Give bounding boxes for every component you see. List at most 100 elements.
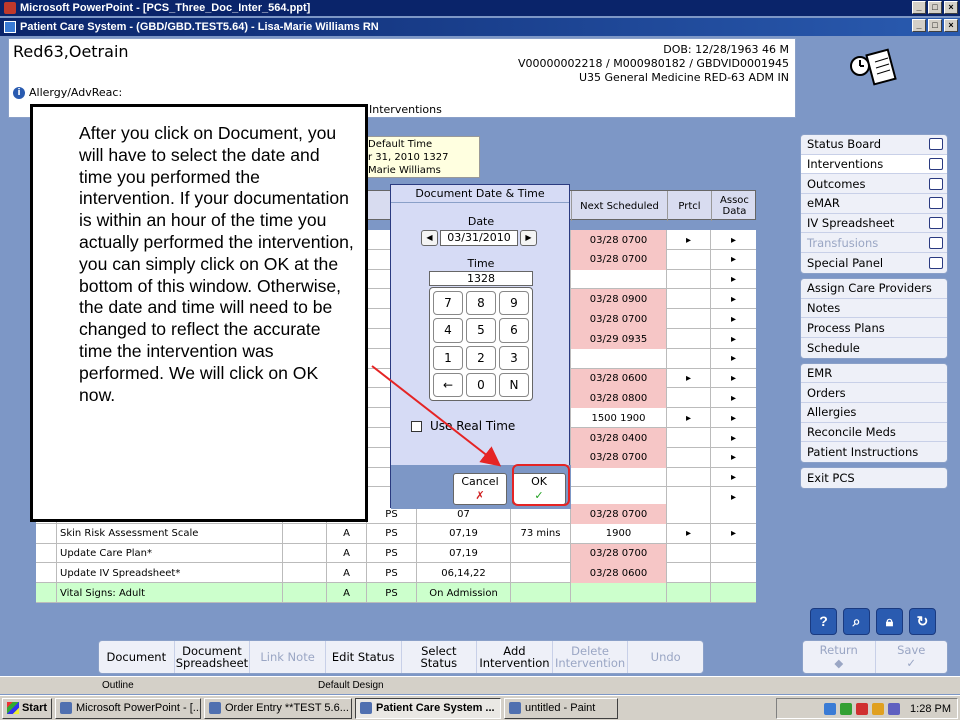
sidebar-item-emr[interactable]: EMR — [801, 364, 947, 384]
assoc-arrow-icon[interactable]: ▸ — [710, 309, 756, 330]
keypad-key-6[interactable]: 6 — [499, 318, 529, 343]
edit-status-button[interactable]: Edit Status — [326, 641, 402, 673]
tray-icon[interactable] — [872, 702, 885, 715]
table-row[interactable]: Update Care Plan* A PS 07,19 03/28 0700 — [36, 543, 756, 564]
sidebar-item-allergies[interactable]: Allergies — [801, 403, 947, 423]
maximize-button[interactable]: □ — [928, 1, 942, 14]
prtcl-arrow-icon[interactable]: ▸ — [666, 523, 710, 544]
prtcl-arrow-icon[interactable] — [666, 348, 710, 369]
close-button[interactable]: × — [944, 19, 958, 32]
time-input[interactable]: 1328 — [429, 271, 533, 286]
prtcl-arrow-icon[interactable] — [666, 428, 710, 448]
assoc-arrow-icon[interactable]: ▸ — [710, 249, 756, 270]
tray-icon[interactable] — [856, 702, 869, 715]
sidebar-item-interventions[interactable]: Interventions — [801, 154, 947, 175]
taskbar-item[interactable]: Microsoft PowerPoint - [... — [55, 697, 201, 719]
sidebar-item-notes[interactable]: Notes — [801, 299, 947, 319]
assoc-arrow-icon[interactable]: ▸ — [710, 289, 756, 310]
sidebar-item-exit-pcs[interactable]: Exit PCS — [801, 468, 947, 488]
prtcl-arrow-icon[interactable] — [666, 309, 710, 330]
assoc-arrow-icon[interactable]: ▸ — [710, 428, 756, 448]
maximize-button[interactable]: □ — [928, 19, 942, 32]
prtcl-arrow-icon[interactable] — [666, 249, 710, 270]
sidebar-item-orders[interactable]: Orders — [801, 383, 947, 403]
prtcl-arrow-icon[interactable] — [666, 388, 710, 409]
document-button[interactable]: Document — [99, 641, 175, 673]
minimize-button[interactable]: _ — [912, 19, 926, 32]
tray-icon[interactable] — [824, 702, 837, 715]
help-icon[interactable]: ? — [810, 608, 837, 635]
date-input[interactable]: 03/31/2010 — [440, 229, 518, 246]
assoc-arrow-icon[interactable]: ▸ — [710, 329, 756, 349]
delete-intervention-button[interactable]: Delete Intervention — [553, 641, 629, 673]
prtcl-arrow-icon[interactable] — [666, 289, 710, 310]
assoc-arrow-icon[interactable]: ▸ — [710, 368, 756, 389]
prtcl-arrow-icon[interactable] — [666, 269, 710, 290]
prtcl-arrow-icon[interactable] — [666, 467, 710, 488]
keypad-key-1[interactable]: 1 — [433, 345, 463, 370]
return-button[interactable]: Return ◆ — [803, 641, 876, 673]
taskbar-item[interactable]: Order Entry **TEST 5.6... — [204, 697, 352, 719]
tray-icon[interactable] — [840, 702, 853, 715]
document-spreadsheet-button[interactable]: Document Spreadsheet — [175, 641, 251, 673]
sidebar-item-emar[interactable]: eMAR — [801, 194, 947, 214]
assoc-arrow-icon[interactable]: ▸ — [710, 230, 756, 250]
sidebar-item-transfusions[interactable]: Transfusions — [801, 233, 947, 254]
col-header-next-scheduled[interactable]: Next Scheduled — [571, 191, 667, 221]
sidebar-item-special-panel[interactable]: Special Panel — [801, 253, 947, 273]
prtcl-arrow-icon[interactable] — [666, 543, 710, 564]
backspace-key[interactable]: ← — [433, 372, 463, 397]
allergy-row[interactable]: i Allergy/AdvReac: — [13, 86, 122, 99]
save-button[interactable]: Save ✓ — [876, 641, 948, 673]
assoc-arrow-icon[interactable]: ▸ — [710, 408, 756, 429]
keypad-key-2[interactable]: 2 — [466, 345, 496, 370]
search-icon[interactable]: ⌕ — [843, 608, 870, 635]
select-status-button[interactable]: Select Status — [402, 641, 478, 673]
add-intervention-button[interactable]: Add Intervention — [477, 641, 553, 673]
keypad-key-7[interactable]: 7 — [433, 291, 463, 316]
prtcl-arrow-icon[interactable]: ▸ — [666, 230, 710, 250]
prtcl-arrow-icon[interactable] — [666, 329, 710, 349]
tray-icon[interactable] — [888, 702, 901, 715]
sidebar-item-patient-instructions[interactable]: Patient Instructions — [801, 442, 947, 462]
keypad-key-5[interactable]: 5 — [466, 318, 496, 343]
taskbar-item[interactable]: untitled - Paint — [504, 697, 618, 719]
assoc-arrow-icon[interactable] — [710, 543, 756, 564]
prtcl-arrow-icon[interactable]: ▸ — [666, 408, 710, 429]
date-next-button[interactable]: ▶ — [520, 229, 537, 246]
cancel-button[interactable]: Cancel ✗ — [453, 473, 507, 505]
keypad-key-0[interactable]: 0 — [466, 372, 496, 397]
assoc-arrow-icon[interactable]: ▸ — [710, 467, 756, 488]
keypad-key-9[interactable]: 9 — [499, 291, 529, 316]
link-note-button[interactable]: Link Note — [250, 641, 326, 673]
sidebar-item-status-board[interactable]: Status Board — [801, 135, 947, 155]
keypad-key-4[interactable]: 4 — [433, 318, 463, 343]
refresh-icon[interactable]: ↻ — [909, 608, 936, 635]
col-header-assoc-data[interactable]: Assoc Data — [711, 191, 757, 221]
use-real-time-row[interactable]: Use Real Time — [411, 419, 515, 433]
sidebar-item-schedule[interactable]: Schedule — [801, 338, 947, 358]
assoc-arrow-icon[interactable]: ▸ — [710, 388, 756, 409]
date-prev-button[interactable]: ◀ — [421, 229, 438, 246]
prtcl-arrow-icon[interactable]: ▸ — [666, 368, 710, 389]
assoc-arrow-icon[interactable]: ▸ — [710, 447, 756, 468]
prtcl-arrow-icon[interactable] — [666, 563, 710, 584]
sidebar-item-assign-care-providers[interactable]: Assign Care Providers — [801, 279, 947, 299]
keypad-key-n[interactable]: N — [499, 372, 529, 397]
assoc-arrow-icon[interactable]: ▸ — [710, 348, 756, 369]
assoc-arrow-icon[interactable] — [710, 504, 756, 524]
close-button[interactable]: × — [944, 1, 958, 14]
col-header-prtcl[interactable]: Prtcl — [667, 191, 711, 221]
undo-button[interactable]: Undo — [628, 641, 703, 673]
table-row[interactable]: Skin Risk Assessment Scale A PS 07,19 73 min… — [36, 523, 756, 544]
assoc-arrow-icon[interactable]: ▸ — [710, 269, 756, 290]
sidebar-item-reconcile-meds[interactable]: Reconcile Meds — [801, 423, 947, 443]
assoc-arrow-icon[interactable]: ▸ — [710, 523, 756, 544]
start-button[interactable]: Start — [2, 697, 52, 719]
sidebar-item-iv-spreadsheet[interactable]: IV Spreadsheet — [801, 214, 947, 234]
prtcl-arrow-icon[interactable] — [666, 504, 710, 524]
minimize-button[interactable]: _ — [912, 1, 926, 14]
assoc-arrow-icon[interactable] — [710, 583, 756, 604]
taskbar-item[interactable]: Patient Care System ... — [355, 697, 501, 719]
table-row[interactable]: Vital Signs: Adult A PS On Admission — [36, 583, 756, 604]
